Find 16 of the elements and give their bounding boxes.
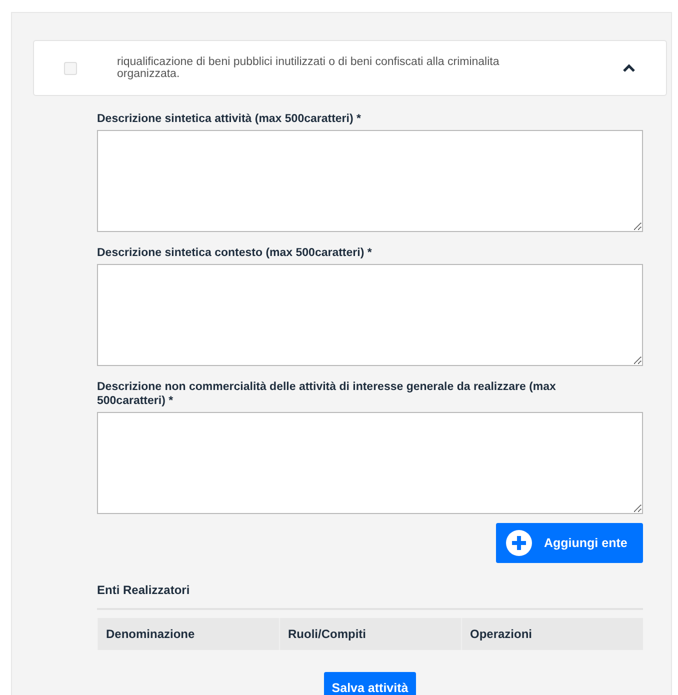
add-button[interactable]: Aggiungi ente <box>496 523 643 563</box>
text-area[interactable] <box>97 130 643 232</box>
chevron-up-icon[interactable] <box>622 64 636 72</box>
save-button[interactable]: Salva attività <box>324 672 416 695</box>
text-area[interactable] <box>97 264 643 366</box>
column-header: Ruoli/Compiti <box>279 618 461 650</box>
field-label: Descrizione sintetica attività (max 500caratteri) * <box>97 112 362 126</box>
checkbox[interactable] <box>64 62 77 74</box>
plus-icon <box>506 530 532 556</box>
accordion-title: riqualificazione di beni pubblici inutilizzati o di beni confiscati alla criminalita organizzata. <box>117 56 500 80</box>
field-label: Descrizione sintetica contesto (max 500caratteri) * <box>97 246 373 260</box>
field-label: Descrizione non commercialità delle attività di interesse generale da realizzare (max 500caratteri) * <box>97 380 557 408</box>
text-area[interactable] <box>97 412 643 514</box>
column-header: Denominazione <box>97 618 279 650</box>
column-header: Operazioni <box>461 618 643 650</box>
section-title: Enti Realizzatori <box>97 583 643 610</box>
